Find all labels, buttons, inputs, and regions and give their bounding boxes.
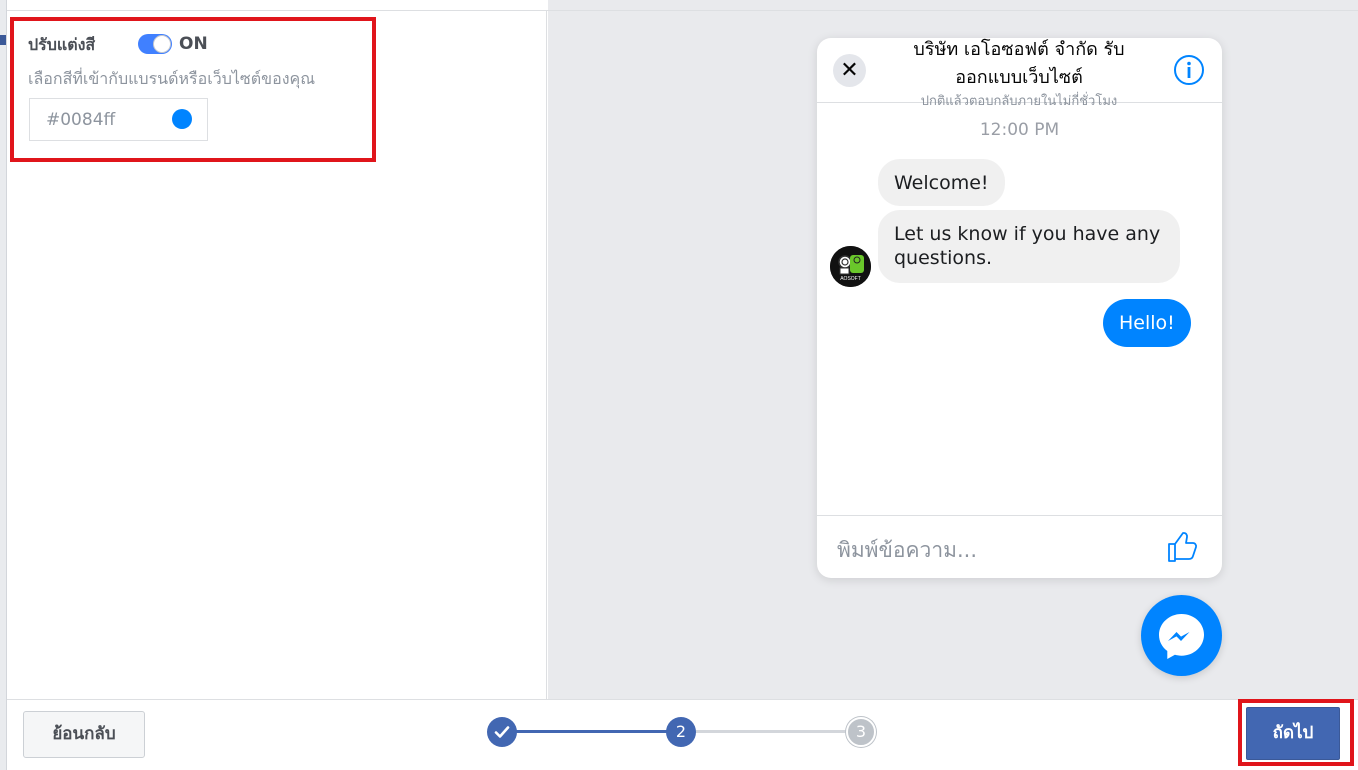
color-hex-value: #0084ff xyxy=(46,110,116,130)
message-timestamp: 12:00 PM xyxy=(979,120,1060,140)
step-1-indicator xyxy=(487,717,517,747)
check-icon xyxy=(494,726,510,738)
close-icon: ✕ xyxy=(840,58,859,83)
user-message-bubble: Hello! xyxy=(1103,299,1191,347)
step-progress-line-complete xyxy=(515,730,670,733)
toggle-knob xyxy=(153,35,171,53)
close-chat-button[interactable]: ✕ xyxy=(833,54,866,87)
color-settings-title: ปรับแต่งสี xyxy=(28,35,96,54)
page-message-bubble: Welcome! xyxy=(878,159,1005,206)
step-progress-line-pending xyxy=(695,730,850,733)
reply-time-note: ปกติแล้วตอบกลับภายในไม่กี่ชั่วโมง xyxy=(920,94,1118,109)
color-swatch[interactable] xyxy=(172,109,192,129)
back-button[interactable]: ย้อนกลับ xyxy=(23,711,145,758)
page-name: บริษัท เอโอซอฟต์ จำกัด รับออกแบบเว็บไซต์ xyxy=(913,39,1125,88)
composer-placeholder: พิมพ์ข้อความ... xyxy=(837,538,977,562)
chat-window-preview: ✕ บริษัท เอโอซอฟต์ จำกัด รับออกแบบเว็บไซ… xyxy=(817,38,1222,578)
color-hex-input[interactable]: #0084ff xyxy=(29,98,208,141)
toggle-state-label: ON xyxy=(179,34,208,54)
message-composer[interactable]: พิมพ์ข้อความ... xyxy=(817,515,1222,578)
svg-text:AOSOFT: AOSOFT xyxy=(840,276,861,282)
page-message-bubble: Let us know if you have any questions. xyxy=(878,210,1180,283)
left-edge-strip xyxy=(0,0,7,770)
info-icon[interactable] xyxy=(1173,54,1205,86)
chat-header: ✕ บริษัท เอโอซอฟต์ จำกัด รับออกแบบเว็บไซ… xyxy=(817,38,1222,109)
step-3-indicator: 3 xyxy=(846,717,876,747)
next-button[interactable]: ถัดไป xyxy=(1246,707,1340,760)
messenger-icon xyxy=(1159,614,1204,659)
preview-top-bar xyxy=(548,0,1358,11)
color-toggle[interactable] xyxy=(138,34,172,54)
messenger-launcher-button[interactable] xyxy=(1141,595,1222,676)
step-2-indicator: 2 xyxy=(666,717,696,747)
thumbs-up-icon[interactable] xyxy=(1166,530,1200,564)
color-settings-subtitle: เลือกสีที่เข้ากับแบรนด์หรือเว็บไซต์ของคุ… xyxy=(28,69,316,88)
page-avatar: AOSOFT xyxy=(830,246,871,287)
aosoft-logo-icon: AOSOFT xyxy=(830,246,871,287)
